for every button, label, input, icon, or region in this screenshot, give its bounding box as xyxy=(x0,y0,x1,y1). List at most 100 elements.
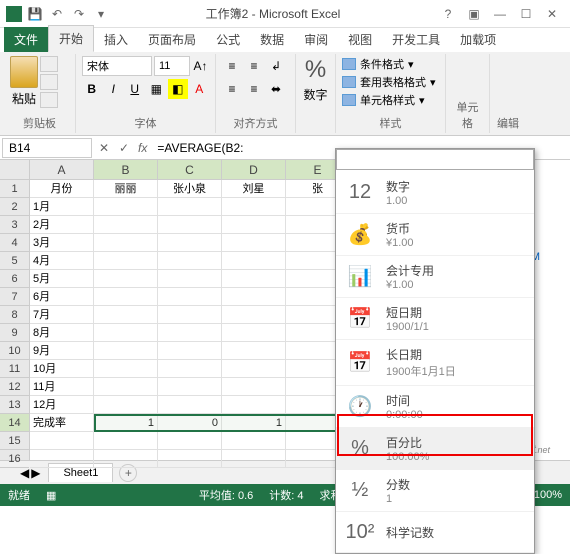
enter-formula-icon[interactable]: ✓ xyxy=(114,141,134,155)
format-option-shortdate[interactable]: 📅 短日期1900/1/1 xyxy=(336,298,534,340)
font-size-select[interactable] xyxy=(154,56,190,76)
tab-addins[interactable]: 加载项 xyxy=(450,27,506,52)
tab-home[interactable]: 开始 xyxy=(48,25,94,52)
table-format-button[interactable]: 套用表格格式 ▾ xyxy=(342,74,439,90)
row-header[interactable]: 8 xyxy=(0,306,29,324)
row-header[interactable]: 16 xyxy=(0,450,29,468)
format-option-fraction[interactable]: ½ 分数1 xyxy=(336,470,534,512)
tab-formulas[interactable]: 公式 xyxy=(206,27,250,52)
align-mid-icon[interactable]: ≡ xyxy=(244,56,264,76)
row-header[interactable]: 7 xyxy=(0,288,29,306)
cell-grid[interactable]: 月份 丽丽 张小泉 刘星 张 1月 2月 3月 4月 5月 6月 7月 8月 9… xyxy=(30,180,350,460)
cell[interactable]: 7月 xyxy=(30,306,94,324)
row-header[interactable]: 15 xyxy=(0,432,29,450)
format-search-input[interactable] xyxy=(336,149,534,170)
paste-button[interactable]: 粘贴 xyxy=(10,56,38,107)
align-top-icon[interactable]: ≡ xyxy=(222,56,242,76)
zoom-level[interactable]: 100% xyxy=(534,489,562,501)
cell[interactable]: 5月 xyxy=(30,270,94,288)
fill-color-icon[interactable]: ◧ xyxy=(168,79,188,99)
align-center-icon[interactable]: ≡ xyxy=(244,79,264,99)
row-header[interactable]: 13 xyxy=(0,396,29,414)
tab-view[interactable]: 视图 xyxy=(338,27,382,52)
cell[interactable]: 1月 xyxy=(30,198,94,216)
col-header[interactable]: A xyxy=(30,160,94,179)
conditional-format-button[interactable]: 条件格式 ▾ xyxy=(342,56,439,72)
row-header[interactable]: 12 xyxy=(0,378,29,396)
align-left-icon[interactable]: ≡ xyxy=(222,79,242,99)
tab-insert[interactable]: 插入 xyxy=(94,27,138,52)
increase-font-icon[interactable]: A↑ xyxy=(192,56,209,76)
cell[interactable]: 2月 xyxy=(30,216,94,234)
font-name-select[interactable] xyxy=(82,56,152,76)
cell[interactable]: 12月 xyxy=(30,396,94,414)
format-option-currency[interactable]: 💰 货币¥1.00 xyxy=(336,214,534,256)
row-header[interactable]: 4 xyxy=(0,234,29,252)
cell-styles-button[interactable]: 单元格样式 ▾ xyxy=(342,92,439,108)
row-header[interactable]: 14 xyxy=(0,414,29,432)
qat-customize-icon[interactable]: ▾ xyxy=(92,5,110,23)
cell[interactable]: 8月 xyxy=(30,324,94,342)
select-all-corner[interactable] xyxy=(0,160,30,180)
undo-icon[interactable]: ↶ xyxy=(48,5,66,23)
format-option-number[interactable]: 12 数字1.00 xyxy=(336,172,534,214)
copy-icon[interactable] xyxy=(40,74,58,90)
cut-icon[interactable] xyxy=(40,56,58,72)
cell[interactable]: 月份 xyxy=(30,180,94,198)
wrap-icon[interactable]: ↲ xyxy=(266,56,286,76)
row-header[interactable]: 9 xyxy=(0,324,29,342)
row-header[interactable]: 1 xyxy=(0,180,29,198)
name-box[interactable] xyxy=(2,138,92,158)
row-header[interactable]: 3 xyxy=(0,216,29,234)
tab-data[interactable]: 数据 xyxy=(250,27,294,52)
cell[interactable]: 完成率 xyxy=(30,414,94,432)
col-header[interactable]: D xyxy=(222,160,286,179)
format-option-longdate[interactable]: 📅 长日期1900年1月1日 xyxy=(336,340,534,386)
merge-icon[interactable]: ⬌ xyxy=(266,79,286,99)
row-header[interactable]: 11 xyxy=(0,360,29,378)
fx-icon[interactable]: fx xyxy=(138,141,147,155)
minimize-icon[interactable]: — xyxy=(488,4,512,24)
cell[interactable]: 丽丽 xyxy=(94,180,158,198)
format-option-percent[interactable]: % 百分比100.00% xyxy=(336,428,534,470)
border-icon[interactable]: ▦ xyxy=(147,79,167,99)
font-color-icon[interactable]: A xyxy=(190,79,210,99)
row-header[interactable]: 10 xyxy=(0,342,29,360)
help-icon[interactable]: ? xyxy=(436,4,460,24)
cell[interactable]: 刘星 xyxy=(222,180,286,198)
col-header[interactable]: C xyxy=(158,160,222,179)
row-header[interactable]: 5 xyxy=(0,252,29,270)
tab-layout[interactable]: 页面布局 xyxy=(138,27,206,52)
cell[interactable]: 6月 xyxy=(30,288,94,306)
cell[interactable]: 3月 xyxy=(30,234,94,252)
row-header[interactable]: 2 xyxy=(0,198,29,216)
number-format-button[interactable]: % 数字 xyxy=(302,56,329,103)
cell[interactable]: 张小泉 xyxy=(158,180,222,198)
cell[interactable]: 4月 xyxy=(30,252,94,270)
col-header[interactable]: B xyxy=(94,160,158,179)
tab-file[interactable]: 文件 xyxy=(4,27,48,52)
cell[interactable]: 0 xyxy=(158,414,222,432)
row-header[interactable]: 6 xyxy=(0,270,29,288)
cell[interactable]: 11月 xyxy=(30,378,94,396)
macro-icon[interactable]: ▦ xyxy=(46,489,56,502)
redo-icon[interactable]: ↷ xyxy=(70,5,88,23)
tab-review[interactable]: 审阅 xyxy=(294,27,338,52)
bold-icon[interactable]: B xyxy=(82,79,102,99)
format-option-accounting[interactable]: 📊 会计专用¥1.00 xyxy=(336,256,534,298)
underline-icon[interactable]: U xyxy=(125,79,145,99)
cancel-formula-icon[interactable]: ✕ xyxy=(94,141,114,155)
save-icon[interactable]: 💾 xyxy=(26,5,44,23)
ribbon-options-icon[interactable]: ▣ xyxy=(462,4,486,24)
maximize-icon[interactable]: ☐ xyxy=(514,4,538,24)
cell[interactable]: 1 xyxy=(222,414,286,432)
tab-developer[interactable]: 开发工具 xyxy=(382,27,450,52)
format-option-scientific[interactable]: 10² 科学记数 xyxy=(336,512,534,553)
cell[interactable]: 9月 xyxy=(30,342,94,360)
format-painter-icon[interactable] xyxy=(40,92,58,108)
italic-icon[interactable]: I xyxy=(104,79,124,99)
cell[interactable]: 10月 xyxy=(30,360,94,378)
format-option-time[interactable]: 🕐 时间0:00:00 xyxy=(336,386,534,428)
cell[interactable]: 1 xyxy=(94,414,158,432)
close-icon[interactable]: ✕ xyxy=(540,4,564,24)
